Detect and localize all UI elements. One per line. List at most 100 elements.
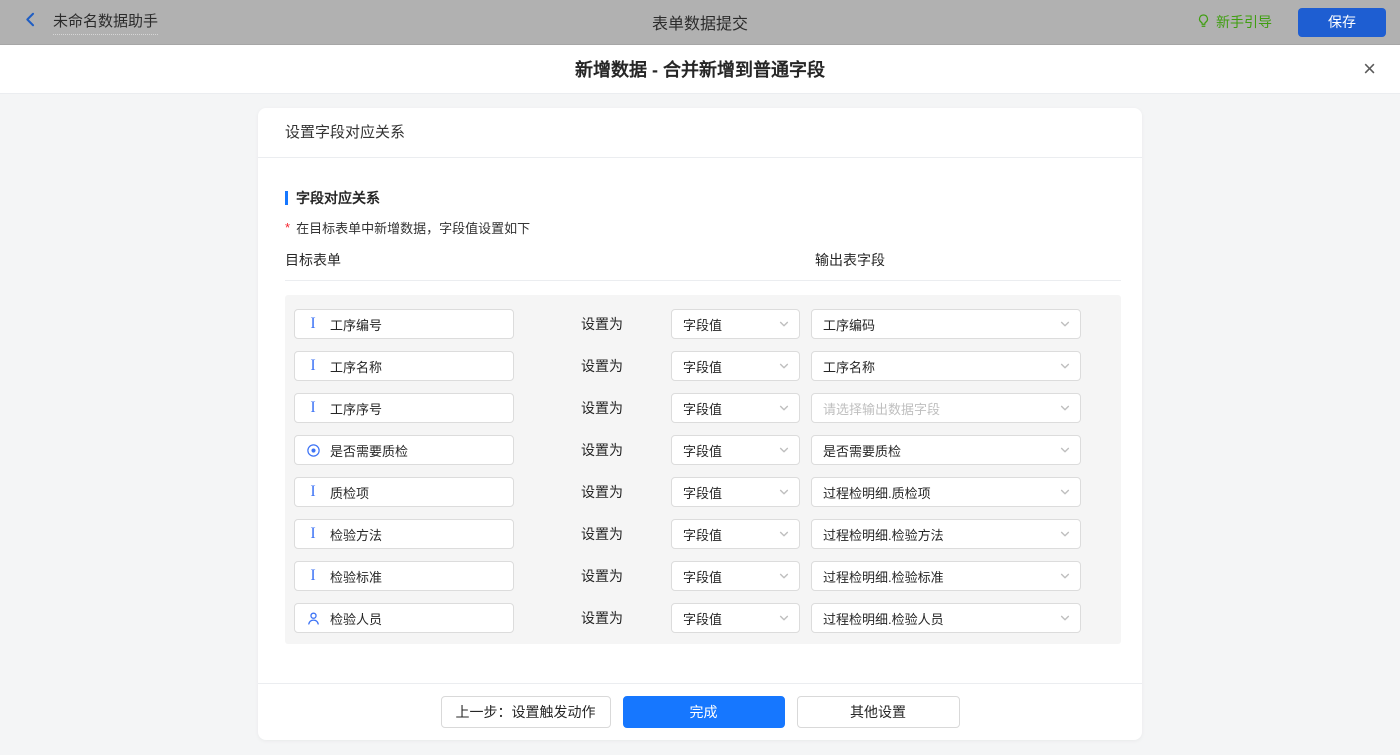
previous-step-button[interactable]: 上一步：设置触发动作 [441,696,611,728]
chevron-down-icon [1059,528,1071,540]
target-field-label: 检验标准 [330,567,382,586]
value-mode-select[interactable]: 字段值 [671,309,800,339]
target-field-label: 质检项 [330,483,369,502]
output-field-value: 过程检明细.质检项 [823,483,1059,502]
dialog-titlebar: 新增数据 - 合并新增到普通字段 × [0,45,1400,94]
chevron-down-icon [778,444,790,456]
card-footer: 上一步：设置触发动作 完成 其他设置 [258,683,1142,740]
chevron-down-icon [778,528,790,540]
value-mode-value: 字段值 [683,567,778,586]
chevron-down-icon [778,318,790,330]
value-mode-value: 字段值 [683,525,778,544]
value-mode-select[interactable]: 字段值 [671,477,800,507]
chevron-down-icon [1059,402,1071,414]
chevron-down-icon [1059,486,1071,498]
value-mode-value: 字段值 [683,483,778,502]
chevron-down-icon [778,486,790,498]
output-field-value: 过程检明细.检验人员 [823,609,1059,628]
mapping-row: I 检验方法 设置为 字段值 过程检明细.检验方法 [294,519,1121,549]
target-field[interactable]: I 工序序号 [294,393,514,423]
value-mode-value: 字段值 [683,315,778,334]
required-asterisk: * [285,220,290,235]
chevron-down-icon [1059,318,1071,330]
text-field-icon: I [305,526,321,542]
value-mode-select[interactable]: 字段值 [671,393,800,423]
target-field-label: 工序序号 [330,399,382,418]
mapping-row: I 工序名称 设置为 字段值 工序名称 [294,351,1121,381]
chevron-down-icon [1059,360,1071,372]
column-output-fields: 输出表字段 [815,250,885,270]
dialog-body: 设置字段对应关系 字段对应关系 * 在目标表单中新增数据，字段值设置如下 目标表… [0,94,1400,755]
topbar: 未命名数据助手 表单数据提交 新手引导 保存 [0,0,1400,45]
section-title: 字段对应关系 [285,188,1121,208]
target-field-label: 检验方法 [330,525,382,544]
text-field-icon: I [305,400,321,416]
output-field-select[interactable]: 过程检明细.检验标准 [811,561,1081,591]
target-field-label: 是否需要质检 [330,441,408,460]
other-settings-button[interactable]: 其他设置 [797,696,960,728]
chevron-down-icon [778,612,790,624]
value-mode-select[interactable]: 字段值 [671,351,800,381]
output-field-select[interactable]: 请选择输出数据字段 [811,393,1081,423]
set-as-label: 设置为 [581,566,623,586]
text-field-icon: I [305,484,321,500]
user-icon [305,611,321,626]
save-button[interactable]: 保存 [1298,8,1386,37]
chevron-left-icon [22,11,39,33]
target-field[interactable]: I 工序名称 [294,351,514,381]
field-mapping-card: 设置字段对应关系 字段对应关系 * 在目标表单中新增数据，字段值设置如下 目标表… [258,108,1142,740]
chevron-down-icon [1059,570,1071,582]
set-as-label: 设置为 [581,398,623,418]
target-field[interactable]: I 质检项 [294,477,514,507]
set-as-label: 设置为 [581,524,623,544]
output-field-select[interactable]: 工序编码 [811,309,1081,339]
output-field-value: 是否需要质检 [823,441,1059,460]
target-field-label: 工序名称 [330,357,382,376]
close-icon[interactable]: × [1363,58,1376,80]
assistant-name[interactable]: 未命名数据助手 [53,10,158,35]
value-mode-value: 字段值 [683,441,778,460]
section-description: * 在目标表单中新增数据，字段值设置如下 [285,218,1121,237]
text-field-icon: I [305,568,321,584]
section-accent-bar [285,191,288,205]
value-mode-select[interactable]: 字段值 [671,603,800,633]
target-field[interactable]: 检验人员 [294,603,514,633]
output-field-select[interactable]: 过程检明细.质检项 [811,477,1081,507]
radio-icon [305,443,321,458]
back-button[interactable] [22,11,39,33]
card-header: 设置字段对应关系 [258,108,1142,158]
target-field[interactable]: I 工序编号 [294,309,514,339]
lightbulb-icon [1196,13,1211,32]
target-field[interactable]: I 检验方法 [294,519,514,549]
output-field-placeholder: 请选择输出数据字段 [823,399,1059,418]
output-field-value: 工序编码 [823,315,1059,334]
target-field[interactable]: 是否需要质检 [294,435,514,465]
output-field-select[interactable]: 过程检明细.检验方法 [811,519,1081,549]
set-as-label: 设置为 [581,440,623,460]
value-mode-value: 字段值 [683,357,778,376]
dialog-title: 新增数据 - 合并新增到普通字段 [575,56,825,82]
set-as-label: 设置为 [581,356,623,376]
target-field-label: 检验人员 [330,609,382,628]
done-button[interactable]: 完成 [623,696,785,728]
mapping-row: I 工序编号 设置为 字段值 工序编码 [294,309,1121,339]
output-field-select[interactable]: 过程检明细.检验人员 [811,603,1081,633]
output-field-select[interactable]: 是否需要质检 [811,435,1081,465]
set-as-label: 设置为 [581,608,623,628]
output-field-value: 过程检明细.检验方法 [823,525,1059,544]
target-field[interactable]: I 检验标准 [294,561,514,591]
mapping-row: I 质检项 设置为 字段值 过程检明细.质检项 [294,477,1121,507]
output-field-value: 过程检明细.检验标准 [823,567,1059,586]
value-mode-select[interactable]: 字段值 [671,435,800,465]
output-field-value: 工序名称 [823,357,1059,376]
set-as-label: 设置为 [581,482,623,502]
value-mode-select[interactable]: 字段值 [671,561,800,591]
text-field-icon: I [305,358,321,374]
text-field-icon: I [305,316,321,332]
output-field-select[interactable]: 工序名称 [811,351,1081,381]
chevron-down-icon [778,360,790,372]
target-field-label: 工序编号 [330,315,382,334]
topbar-title: 表单数据提交 [652,10,748,34]
value-mode-select[interactable]: 字段值 [671,519,800,549]
beginner-guide-button[interactable]: 新手引导 [1196,12,1272,32]
